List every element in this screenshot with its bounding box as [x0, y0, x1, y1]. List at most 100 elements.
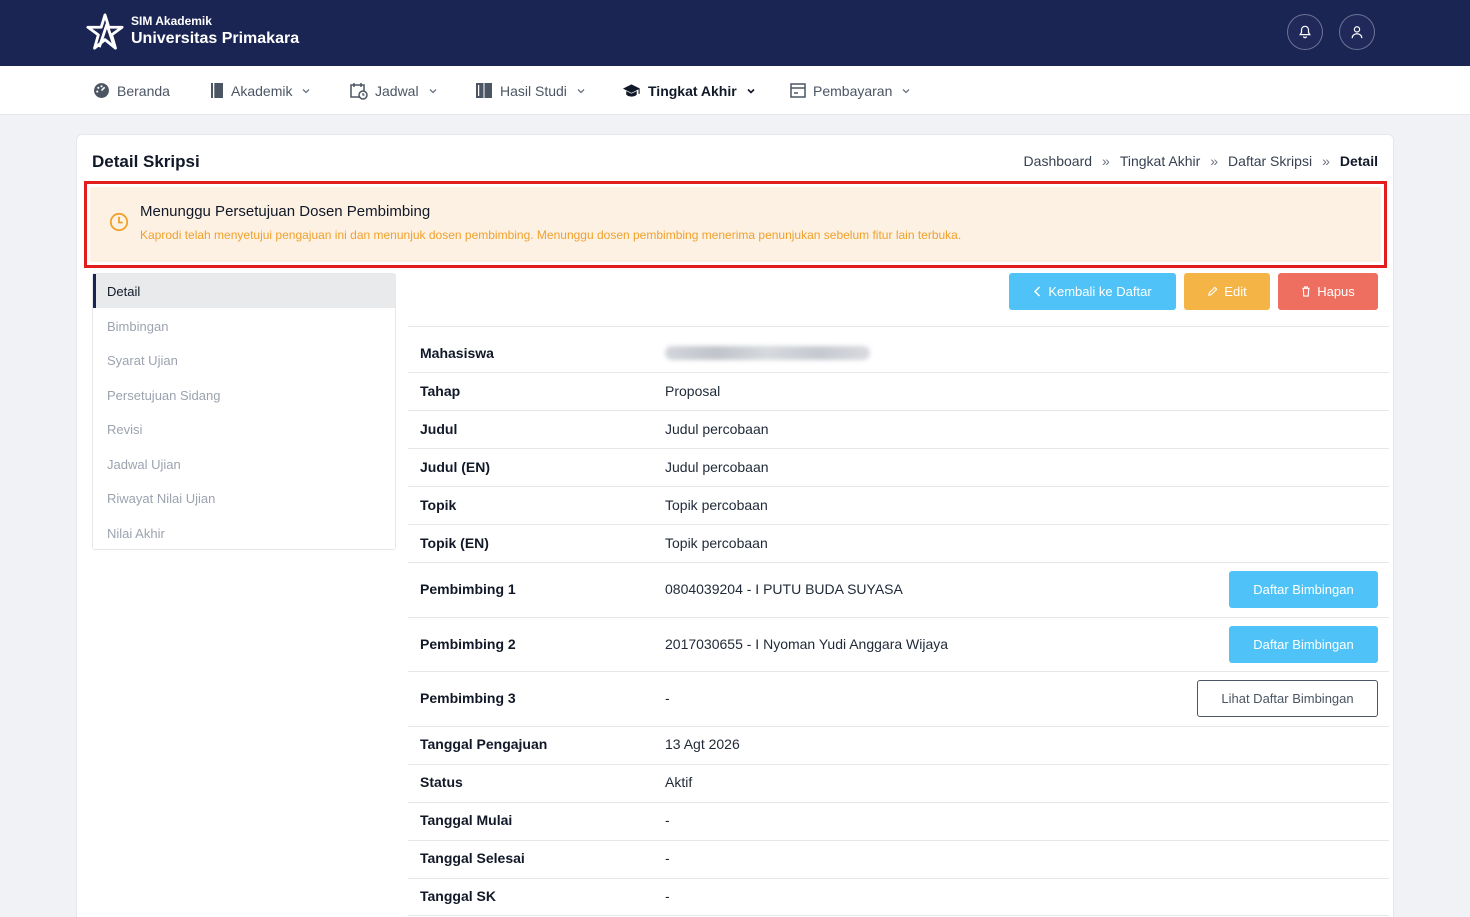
- row-value: 2017030655 - I Nyoman Yudi Anggara Wijay…: [665, 636, 949, 652]
- row-label: Tanggal Mulai: [420, 812, 513, 828]
- row-value: -: [665, 850, 670, 866]
- alert-title: Menunggu Persetujuan Dosen Pembimbing: [140, 203, 431, 220]
- side-menu: Detail Bimbingan Syarat Ujian Persetujua…: [92, 273, 396, 550]
- row-value: -: [665, 812, 670, 828]
- nav-label: Tingkat Akhir: [648, 82, 737, 99]
- view-guidance-list-button[interactable]: Lihat Daftar Bimbingan: [1197, 680, 1378, 717]
- book-icon: [211, 83, 223, 98]
- bell-icon: [1299, 25, 1311, 39]
- chevron-left-icon: [1034, 286, 1041, 297]
- row-value: 13 Agt 2026: [665, 736, 740, 752]
- side-item-nilai-akhir[interactable]: Nilai Akhir: [93, 516, 395, 550]
- chevron-down-icon: [429, 88, 437, 93]
- app-subtitle: SIM Akademik: [131, 14, 212, 28]
- student-name-redacted: [665, 346, 870, 360]
- top-bar: SIM Akademik Universitas Primakara: [0, 0, 1470, 66]
- row-divider: [408, 764, 1389, 765]
- nav-item-hasil-studi[interactable]: Hasil Studi: [475, 66, 586, 115]
- row-label: Tahap: [420, 383, 461, 399]
- clock-icon: [109, 212, 129, 232]
- nav-item-pembayaran[interactable]: Pembayaran: [790, 66, 911, 115]
- row-label: Tanggal Pengajuan: [420, 736, 548, 752]
- row-divider: [408, 726, 1389, 727]
- row-label: Pembimbing 2: [420, 636, 516, 652]
- breadcrumb-current: Detail: [1339, 153, 1378, 169]
- row-divider: [408, 802, 1389, 803]
- profile-button[interactable]: [1339, 14, 1375, 50]
- row-divider: [408, 410, 1389, 411]
- edit-button-label: Edit: [1224, 284, 1247, 299]
- side-item-revisi[interactable]: Revisi: [93, 412, 395, 446]
- row-value: -: [665, 888, 670, 904]
- nav-item-akademik[interactable]: Akademik: [210, 66, 311, 115]
- row-label: Topik: [420, 497, 457, 513]
- side-item-jadwal-ujian[interactable]: Jadwal Ujian: [93, 447, 395, 481]
- breadcrumb-tingkat-akhir[interactable]: Tingkat Akhir: [1120, 153, 1200, 169]
- row-value: Judul percobaan: [665, 459, 769, 475]
- nav-label: Beranda: [117, 82, 170, 99]
- alert-highlight-box: [84, 181, 1387, 268]
- side-item-riwayat-nilai-ujian[interactable]: Riwayat Nilai Ujian: [93, 481, 395, 515]
- back-to-list-button[interactable]: Kembali ke Daftar: [1009, 273, 1176, 310]
- side-item-persetujuan-sidang[interactable]: Persetujuan Sidang: [93, 378, 395, 412]
- nav-item-beranda[interactable]: Beranda: [93, 66, 170, 115]
- row-divider: [408, 671, 1389, 672]
- row-label: Tanggal SK: [420, 888, 496, 904]
- chevron-down-icon: [303, 88, 310, 93]
- breadcrumb-separator: »: [1322, 153, 1330, 169]
- row-divider: [408, 617, 1389, 618]
- row-divider: [408, 878, 1389, 879]
- edit-button[interactable]: Edit: [1184, 273, 1270, 310]
- pencil-icon: [1208, 286, 1218, 296]
- delete-button-label: Hapus: [1317, 284, 1355, 299]
- nav-item-jadwal[interactable]: Jadwal: [350, 66, 438, 115]
- delete-button[interactable]: Hapus: [1278, 273, 1378, 310]
- breadcrumb-separator: »: [1102, 153, 1110, 169]
- row-divider: [408, 840, 1389, 841]
- row-value: Judul percobaan: [665, 421, 769, 437]
- guidance-list-button-2[interactable]: Daftar Bimbingan: [1229, 626, 1378, 663]
- row-label: Tanggal Selesai: [420, 850, 525, 866]
- app-title: Universitas Primakara: [131, 30, 300, 47]
- breadcrumb-daftar-skripsi[interactable]: Daftar Skripsi: [1228, 153, 1312, 169]
- row-label: Pembimbing 1: [420, 581, 516, 597]
- breadcrumb: Dashboard » Tingkat Akhir » Daftar Skrip…: [1024, 153, 1378, 169]
- chevron-down-icon: [747, 88, 755, 94]
- side-item-bimbingan[interactable]: Bimbingan: [93, 309, 395, 343]
- calendar-clock-icon: [350, 82, 368, 100]
- nav-item-tingkat-akhir[interactable]: Tingkat Akhir: [622, 66, 756, 115]
- alert-message: Kaprodi telah menyetujui pengajuan ini d…: [140, 228, 962, 242]
- nav-label: Hasil Studi: [500, 82, 567, 99]
- breadcrumb-dashboard[interactable]: Dashboard: [1024, 153, 1093, 169]
- trash-icon: [1302, 286, 1310, 297]
- dashboard-icon: [94, 83, 109, 98]
- row-divider: [408, 448, 1389, 449]
- main-nav: Beranda Akademik Jadwal Hasil Studi Ting…: [0, 66, 1470, 115]
- side-item-syarat-ujian[interactable]: Syarat Ujian: [93, 343, 395, 377]
- row-divider: [408, 524, 1389, 525]
- nav-label: Jadwal: [375, 82, 419, 99]
- back-button-label: Kembali ke Daftar: [1048, 284, 1152, 299]
- graduation-cap-icon: [622, 83, 641, 97]
- guidance-list-button-1[interactable]: Daftar Bimbingan: [1229, 571, 1378, 608]
- row-label: Status: [420, 774, 463, 790]
- user-icon: [1351, 26, 1363, 39]
- breadcrumb-separator: »: [1210, 153, 1219, 169]
- open-book-icon: [476, 83, 492, 98]
- side-item-detail[interactable]: Detail: [93, 274, 395, 308]
- row-value: Topik percobaan: [665, 497, 768, 513]
- payment-card-icon: [790, 83, 806, 98]
- row-label: Pembimbing 3: [420, 690, 516, 706]
- row-label: Judul: [420, 421, 458, 437]
- page-title: Detail Skripsi: [92, 152, 200, 171]
- row-value: Aktif: [665, 774, 693, 790]
- chevron-down-icon: [902, 88, 910, 93]
- row-value: Topik percobaan: [665, 535, 768, 551]
- row-label: Judul (EN): [420, 459, 490, 475]
- row-value: Proposal: [665, 383, 721, 399]
- row-label: Mahasiswa: [420, 345, 494, 361]
- university-logo-icon: [86, 13, 124, 50]
- notification-button[interactable]: [1287, 14, 1323, 50]
- row-value: 0804039204 - I PUTU BUDA SUYASA: [665, 581, 903, 597]
- row-divider: [408, 372, 1389, 373]
